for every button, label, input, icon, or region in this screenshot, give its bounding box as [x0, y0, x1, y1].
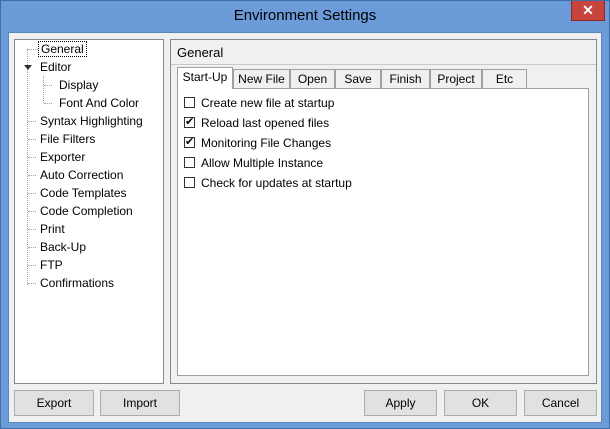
tree-item-general[interactable]: General: [38, 41, 87, 57]
tab-new-file[interactable]: New File: [233, 69, 290, 88]
tree-line: [28, 121, 36, 122]
option-label: Check for updates at startup: [201, 176, 352, 190]
tree-item-label: Back-Up: [40, 240, 87, 254]
tab-label: Project: [437, 72, 475, 86]
option-label: Monitoring File Changes: [201, 136, 332, 150]
tab-save[interactable]: Save: [335, 69, 381, 88]
window-title: Environment Settings: [233, 7, 377, 24]
tree-line: [28, 49, 38, 50]
option-label: Reload last opened files: [201, 116, 330, 130]
tab-project[interactable]: Project: [430, 69, 482, 88]
tree-item-code-completion[interactable]: Code Completion: [40, 203, 133, 219]
tree-item-file-filters[interactable]: File Filters: [40, 131, 95, 147]
tab-start-up[interactable]: Start-Up: [177, 67, 233, 89]
panel-title: General: [177, 45, 224, 60]
tree-item-label: File Filters: [40, 132, 96, 146]
tree-item-label: FTP: [40, 258, 63, 272]
export-button[interactable]: Export: [14, 390, 94, 416]
tab-label: Start-Up: [182, 70, 228, 84]
checkbox[interactable]: ✔: [184, 117, 195, 128]
tree-line: [27, 49, 28, 285]
checkbox[interactable]: [184, 97, 195, 108]
tree-item-syntax-highlighting[interactable]: Syntax Highlighting: [40, 113, 143, 129]
tab-label: Open: [297, 72, 328, 86]
apply-button[interactable]: Apply: [364, 390, 437, 416]
option-label: Create new file at startup: [201, 96, 335, 110]
tree-item-label: Code Completion: [40, 204, 133, 218]
ok-button[interactable]: OK: [444, 390, 517, 416]
tree-line: [44, 85, 52, 86]
tree-line: [28, 211, 36, 212]
expand-collapse-icon[interactable]: [24, 65, 32, 70]
tree-item-label: Confirmations: [40, 276, 115, 290]
tree-line: [28, 193, 36, 194]
tab-label: New File: [238, 72, 285, 86]
tree-line: [44, 103, 52, 104]
settings-panel: General Start-Up New File Open Save Fini…: [170, 39, 597, 384]
tree-line: [28, 175, 36, 176]
checkmark-icon: ✔: [185, 116, 195, 128]
tab-label: Save: [344, 72, 372, 86]
tree-item-label: Print: [40, 222, 65, 236]
tree-item-label: Font And Color: [59, 96, 140, 110]
tree-line: [28, 157, 36, 158]
tree-line: [28, 283, 36, 284]
tree-line: [28, 229, 36, 230]
panel-header: General: [171, 40, 596, 65]
dialog-client-area: General Editor Display Font And Color Sy…: [8, 32, 602, 423]
tree-item-label: Code Templates: [40, 186, 127, 200]
tree-item-exporter[interactable]: Exporter: [40, 149, 85, 165]
close-icon: ✕: [582, 2, 594, 18]
tab-label: Finish: [389, 72, 422, 86]
tree-item-label: Editor: [40, 60, 72, 74]
tab-open[interactable]: Open: [290, 69, 335, 88]
checkbox[interactable]: [184, 177, 195, 188]
title-bar[interactable]: Environment Settings ✕: [1, 1, 609, 33]
tree-item-code-templates[interactable]: Code Templates: [40, 185, 127, 201]
tree-item-display[interactable]: Display: [59, 77, 98, 93]
tab-etc[interactable]: Etc: [482, 69, 527, 88]
tree-line: [28, 139, 36, 140]
import-button[interactable]: Import: [100, 390, 180, 416]
tree-line: [28, 247, 36, 248]
tree-item-label: Exporter: [40, 150, 86, 164]
option-label: Allow Multiple Instance: [201, 156, 324, 170]
tree-item-label: Syntax Highlighting: [40, 114, 143, 128]
category-tree[interactable]: General Editor Display Font And Color Sy…: [14, 39, 164, 384]
settings-window: Environment Settings ✕ General Editor Di: [0, 0, 610, 429]
tree-item-back-up[interactable]: Back-Up: [40, 239, 86, 255]
tree-item-label: Auto Correction: [40, 168, 124, 182]
tab-finish[interactable]: Finish: [381, 69, 430, 88]
checkbox[interactable]: ✔: [184, 137, 195, 148]
tree-line: [43, 76, 44, 103]
tree-item-print[interactable]: Print: [40, 221, 65, 237]
tree-line: [28, 265, 36, 266]
tab-label: Etc: [495, 72, 514, 86]
tree-item-ftp[interactable]: FTP: [40, 257, 63, 273]
checkbox[interactable]: [184, 157, 195, 168]
tree-item-editor[interactable]: Editor: [40, 59, 71, 75]
tree-item-confirmations[interactable]: Confirmations: [40, 275, 114, 291]
tree-item-label: General: [38, 41, 87, 57]
startup-tab-content: Create new file at startup ✔ Reload last…: [177, 88, 589, 376]
tree-item-font-and-color[interactable]: Font And Color: [59, 95, 139, 111]
tree-item-label: Display: [59, 78, 99, 92]
close-button[interactable]: ✕: [571, 1, 605, 21]
cancel-button[interactable]: Cancel: [524, 390, 597, 416]
tree-item-auto-correction[interactable]: Auto Correction: [40, 167, 123, 183]
checkmark-icon: ✔: [185, 136, 195, 148]
